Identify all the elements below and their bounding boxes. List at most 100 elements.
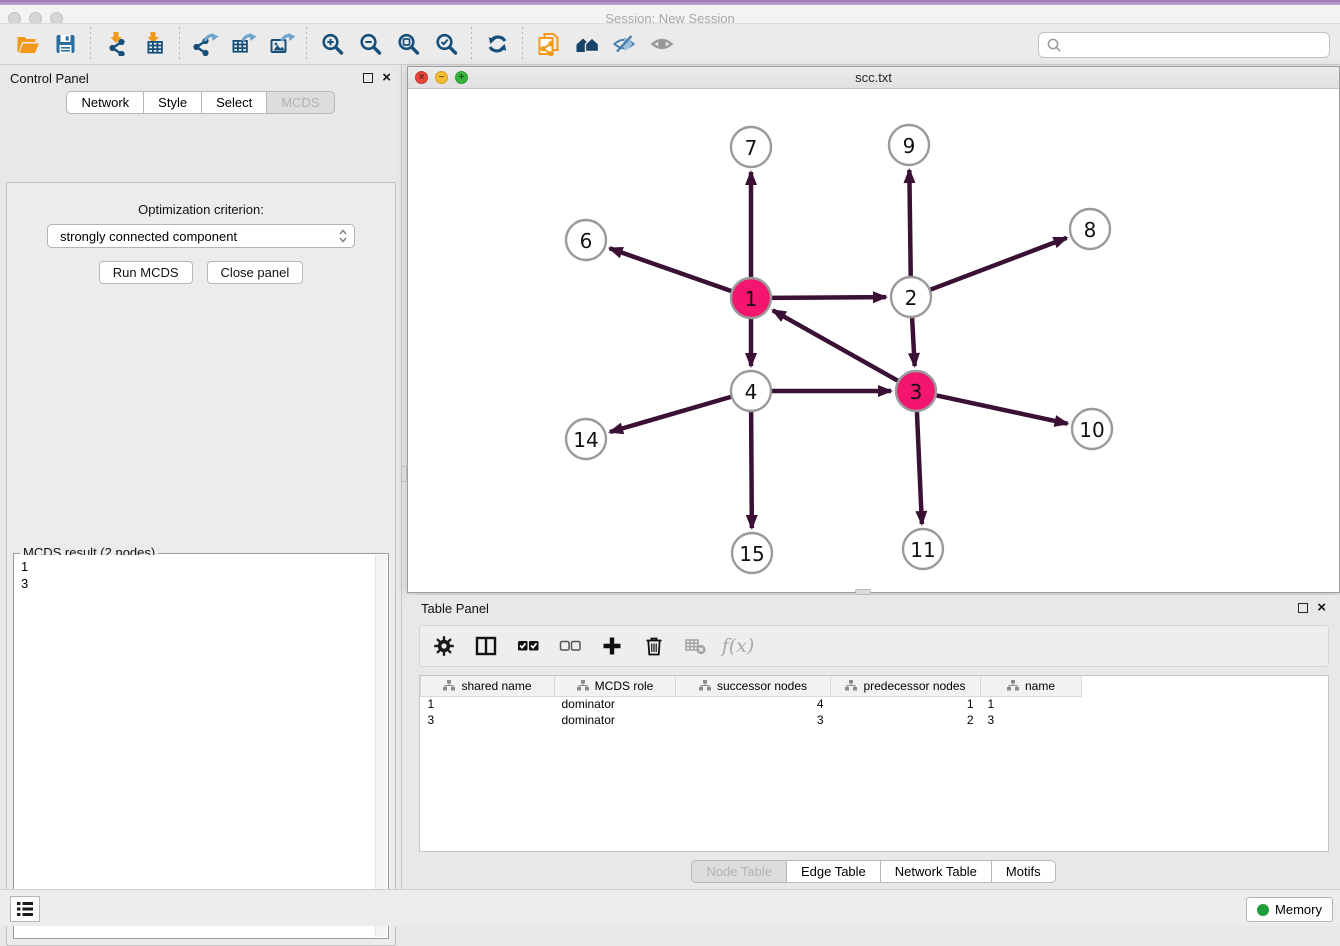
tab-style[interactable]: Style: [143, 91, 201, 114]
tab-network[interactable]: Network: [66, 91, 143, 114]
graph-edge-3-10[interactable]: [937, 395, 1068, 423]
table-panel-title: Table Panel: [421, 601, 1298, 616]
search-icon: [1046, 37, 1062, 53]
graph-edge-3-11[interactable]: [917, 412, 922, 524]
export-network-icon: [192, 32, 219, 56]
column-label: predecessor nodes: [863, 679, 965, 693]
column-header-shared-name[interactable]: shared name: [421, 676, 555, 696]
deselect-all-button[interactable]: [556, 631, 584, 661]
tab-mcds[interactable]: MCDS: [266, 91, 334, 114]
graph-edge-1-6[interactable]: [610, 248, 732, 291]
tab-node-table[interactable]: Node Table: [691, 860, 786, 883]
column-label: successor nodes: [717, 679, 807, 693]
export-network-button[interactable]: [186, 27, 224, 61]
zoom-fit-button[interactable]: [389, 27, 427, 61]
copy-network-button[interactable]: [529, 27, 567, 61]
close-panel-icon[interactable]: ×: [382, 73, 391, 83]
table-cell: 1: [981, 696, 1082, 712]
show-columns-button[interactable]: [472, 631, 500, 661]
graph-node-11[interactable]: 11: [903, 529, 943, 569]
tab-edge-table[interactable]: Edge Table: [786, 860, 880, 883]
show-all-button[interactable]: [643, 27, 681, 61]
delete-table-icon: [684, 634, 708, 658]
float-panel-icon[interactable]: [363, 73, 373, 83]
graph-node-1[interactable]: 1: [731, 278, 771, 318]
graph-node-7[interactable]: 7: [731, 127, 771, 167]
graph-node-15[interactable]: 15: [732, 533, 772, 573]
hide-selected-button[interactable]: [605, 27, 643, 61]
graph-node-8[interactable]: 8: [1070, 209, 1110, 249]
add-column-button[interactable]: [598, 631, 626, 661]
open-session-button[interactable]: [8, 27, 46, 61]
graph-node-label: 6: [580, 229, 593, 253]
table-row[interactable]: 3dominator323: [421, 712, 1082, 728]
network-canvas[interactable]: 1 2 3 4 6 7 8 9 10 11 14 15: [408, 89, 1339, 592]
graph-node-14[interactable]: 14: [566, 419, 606, 459]
task-history-button[interactable]: [10, 896, 40, 922]
table-mode-button[interactable]: [430, 631, 458, 661]
zoom-in-button[interactable]: [313, 27, 351, 61]
delete-column-button[interactable]: [640, 631, 668, 661]
table-row[interactable]: 1dominator411: [421, 696, 1082, 712]
graph-edge-4-15[interactable]: [751, 412, 752, 528]
mcds-result-item: 3: [21, 575, 375, 592]
tab-motifs[interactable]: Motifs: [991, 860, 1056, 883]
memory-button[interactable]: Memory: [1246, 897, 1333, 922]
close-panel-button[interactable]: Close panel: [207, 261, 304, 284]
graph-node-9[interactable]: 9: [889, 125, 929, 165]
tab-network-table[interactable]: Network Table: [880, 860, 991, 883]
delete-table-button[interactable]: [682, 631, 710, 661]
column-header-MCDS-role[interactable]: MCDS role: [555, 676, 676, 696]
graph-node-3[interactable]: 3: [896, 371, 936, 411]
graph-node-6[interactable]: 6: [566, 220, 606, 260]
close-table-panel-icon[interactable]: ×: [1317, 603, 1326, 613]
first-neighbors-icon: [573, 32, 600, 56]
table-cell: 2: [831, 712, 981, 728]
run-mcds-button[interactable]: Run MCDS: [99, 261, 193, 284]
column-header-predecessor-nodes[interactable]: predecessor nodes: [831, 676, 981, 696]
graph-edge-3-1[interactable]: [773, 310, 898, 380]
mcds-tab-content: Optimization criterion: strongly connect…: [6, 182, 396, 946]
graph-node-2[interactable]: 2: [891, 277, 931, 317]
tab-select[interactable]: Select: [201, 91, 266, 114]
import-network-button[interactable]: [97, 27, 135, 61]
zoom-out-button[interactable]: [351, 27, 389, 61]
search-box[interactable]: [1038, 32, 1330, 58]
table-cell: 1: [831, 696, 981, 712]
export-image-button[interactable]: [262, 27, 300, 61]
table-cell: dominator: [555, 712, 676, 728]
show-all-icon: [649, 32, 676, 56]
search-input[interactable]: [1067, 38, 1329, 53]
table-cell: dominator: [555, 696, 676, 712]
graph-edge-2-9[interactable]: [909, 170, 910, 276]
zoom-selected-button[interactable]: [427, 27, 465, 61]
zoom-fit-icon: [395, 32, 422, 56]
vertical-divider-handle[interactable]: [401, 466, 407, 482]
result-scrollbar[interactable]: [375, 555, 387, 937]
graph-node-label: 2: [905, 286, 918, 310]
graph-node-4[interactable]: 4: [731, 371, 771, 411]
import-table-button[interactable]: [135, 27, 173, 61]
graph-edge-4-14[interactable]: [610, 397, 731, 432]
graph-edge-2-3[interactable]: [912, 318, 915, 366]
graph-node-label: 15: [739, 542, 764, 566]
column-header-successor-nodes[interactable]: successor nodes: [676, 676, 831, 696]
memory-label: Memory: [1275, 902, 1322, 917]
select-all-button[interactable]: [514, 631, 542, 661]
save-session-button[interactable]: [46, 27, 84, 61]
first-neighbors-button[interactable]: [567, 27, 605, 61]
graph-edge-2-8[interactable]: [931, 238, 1067, 290]
export-table-button[interactable]: [224, 27, 262, 61]
graph-edge-1-2[interactable]: [772, 297, 886, 298]
graph-node-10[interactable]: 10: [1072, 409, 1112, 449]
save-session-icon: [52, 32, 79, 56]
graph-node-label: 1: [745, 287, 758, 311]
column-header-name[interactable]: name: [981, 676, 1082, 696]
refresh-view-button[interactable]: [478, 27, 516, 61]
node-table: shared nameMCDS role successor nodes prede…: [419, 675, 1329, 852]
delete-column-icon: [642, 634, 666, 658]
float-table-panel-icon[interactable]: [1298, 603, 1308, 613]
function-builder-button[interactable]: f(x): [724, 631, 752, 661]
toolbar-separator: [306, 27, 307, 61]
optimization-criterion-select[interactable]: strongly connected component: [47, 224, 355, 248]
